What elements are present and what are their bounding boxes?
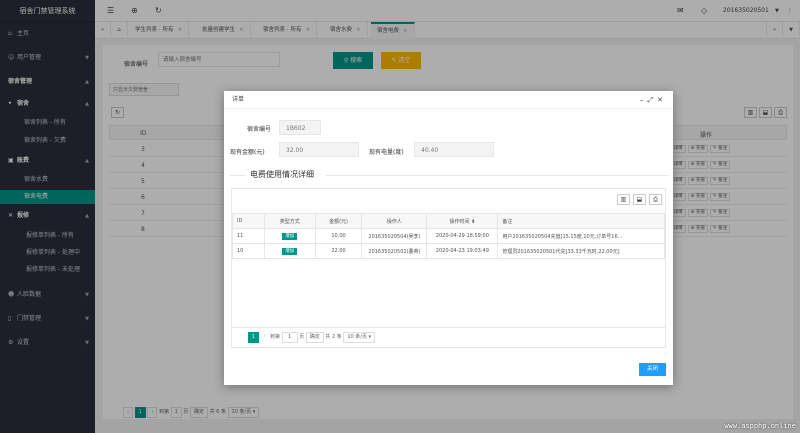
cell-type: 增加 <box>263 228 316 244</box>
sort-icon[interactable]: ⬍ <box>471 219 475 225</box>
section-title: 电费使用情况详细 <box>247 169 317 180</box>
column-header[interactable]: ID <box>232 213 265 229</box>
per-page-select[interactable]: 10 条/页 ▾ <box>343 332 376 343</box>
dorm-no-label: 宿舍编号 <box>247 126 272 133</box>
total-count: 共 2 条 <box>325 334 342 340</box>
divider <box>230 175 245 176</box>
power-field: 40.40 <box>414 142 494 157</box>
column-header-sortable[interactable]: 操作时间 ⬍ <box>426 213 499 229</box>
cell-id: 10 <box>232 243 265 259</box>
table-header-row: ID 类型方式 金额(元) 操作人 操作时间 ⬍ 备注 <box>232 213 665 229</box>
cell-amount: 22.00 <box>314 243 363 259</box>
goto-page-input[interactable]: 1 <box>281 332 298 343</box>
divider <box>232 327 665 328</box>
table-row: 11 增加 10.00 201635020504(吴李) 2020-04-29 … <box>232 228 665 244</box>
detail-dialog: 详单 –⤢✕ 宿舍编号 1B602 现有金额(元) 32.00 现有电量(度) … <box>224 91 673 385</box>
columns-icon[interactable]: ▥ <box>617 194 630 205</box>
cell-time: 2020-04-23 19:03:49 <box>426 243 499 259</box>
cell-note: 管理员201635020501代充[33.33千瓦时,22.00元] <box>497 243 665 259</box>
minimize-icon[interactable]: – <box>640 96 648 104</box>
column-header[interactable]: 金额(元) <box>314 213 363 229</box>
maximize-icon[interactable]: ⤢ <box>648 96 658 104</box>
next-page-icon[interactable]: › <box>260 332 268 343</box>
balance-field: 32.00 <box>279 142 359 157</box>
table-row: 10 增加 22.00 201635020501(董英) 2020-04-23 … <box>232 243 665 259</box>
cell-operator: 201635020501(董英) <box>361 243 428 259</box>
page-unit-label: 页 <box>299 334 305 340</box>
type-badge: 增加 <box>282 232 298 240</box>
type-badge: 增加 <box>282 247 298 255</box>
column-header-label: 操作时间 <box>449 218 470 225</box>
goto-confirm-button[interactable]: 确定 <box>305 332 324 343</box>
power-label: 现有电量(度) <box>369 149 404 156</box>
balance-label: 现有金额(元) <box>230 149 265 156</box>
column-header[interactable]: 备注 <box>497 213 665 229</box>
column-header[interactable]: 操作人 <box>361 213 428 229</box>
close-icon[interactable]: ✕ <box>657 96 667 104</box>
dialog-title: 详单 <box>232 96 245 103</box>
cell-amount: 10.00 <box>314 228 363 244</box>
cell-id: 11 <box>232 228 265 244</box>
goto-label: 到第 <box>269 334 280 340</box>
dialog-pagination: ‹ 1 › 到第 1 页 确定 共 2 条 10 条/页 ▾ <box>238 332 376 343</box>
divider <box>326 175 668 176</box>
watermark: www.aspphp.online <box>724 422 796 430</box>
cell-time: 2020-04-29 18:59:00 <box>426 228 499 244</box>
column-header[interactable]: 类型方式 <box>263 213 316 229</box>
cell-operator: 201635020504(吴李) <box>361 228 428 244</box>
print-icon[interactable]: ⎙ <box>649 194 662 205</box>
export-icon[interactable]: ⬓ <box>633 194 646 205</box>
close-button[interactable]: 关闭 <box>639 363 666 376</box>
page-1[interactable]: 1 <box>247 332 259 343</box>
per-page-value: 10 条/页 <box>347 334 367 340</box>
dialog-header: 详单 –⤢✕ <box>224 91 673 109</box>
cell-type: 增加 <box>263 243 316 259</box>
dorm-no-field: 1B602 <box>279 120 321 135</box>
usage-table: ID 类型方式 金额(元) 操作人 操作时间 ⬍ 备注 11 增加 10.00 … <box>232 213 665 259</box>
section-title-row: 电费使用情况详细 <box>230 169 668 181</box>
usage-table-panel: ▥ ⬓ ⎙ ID 类型方式 金额(元) 操作人 操作时间 ⬍ 备注 11 增加 … <box>231 188 666 348</box>
cell-note: 用户201635020504充值[15.15度,10元,订单号16... <box>497 228 665 244</box>
prev-page-icon[interactable]: ‹ <box>238 332 246 343</box>
